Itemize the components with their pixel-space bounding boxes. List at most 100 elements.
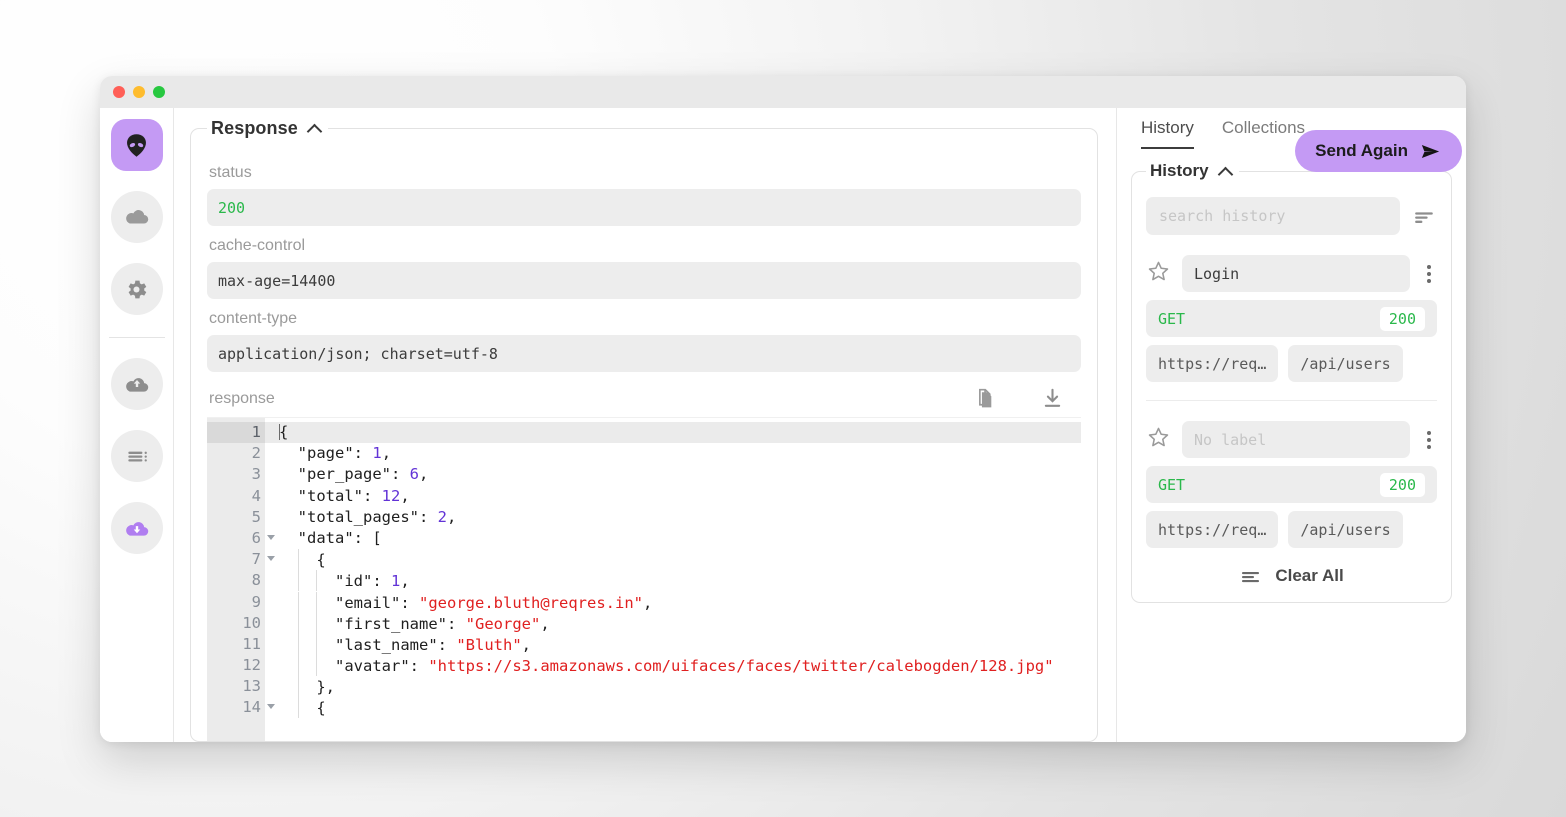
send-again-button[interactable]: Send Again (1295, 130, 1462, 172)
window-body: Response status200cache-controlmax-age=1… (100, 108, 1466, 742)
editor-code-line: "total_pages": 2, (265, 507, 1081, 528)
code-token-key: "page" (298, 444, 354, 462)
code-token-key: "id" (335, 572, 372, 590)
history-item-header: No label (1146, 421, 1437, 458)
code-token-num: 12 (382, 487, 401, 505)
code-token-key: "email" (335, 594, 400, 612)
cloud-icon (124, 204, 150, 230)
code-token-pun: : [ (354, 529, 382, 547)
history-item-label[interactable]: Login (1182, 255, 1410, 292)
clear-all-button[interactable]: Clear All (1146, 564, 1437, 588)
code-token-str: "George" (466, 615, 541, 633)
indent-guide (298, 549, 299, 570)
request-host[interactable]: https://req… (1146, 345, 1278, 382)
chevron-up-icon[interactable] (307, 124, 323, 140)
code-token-pun: : (447, 615, 466, 633)
editor-code-line: "page": 1, (265, 443, 1081, 464)
history-item-header: Login (1146, 255, 1437, 292)
code-token-pun: }, (316, 678, 335, 696)
code-token-key: "first_name" (335, 615, 447, 633)
editor-line-number: 4 (207, 486, 265, 507)
indent-guide (316, 655, 317, 676)
response-field-value: 200 (207, 189, 1081, 226)
code-token-num: 1 (391, 572, 400, 590)
history-item-label[interactable]: No label (1182, 421, 1410, 458)
response-panel: Response status200cache-controlmax-age=1… (190, 118, 1098, 742)
editor-code-line: "first_name": "George", (265, 613, 1081, 634)
history-item[interactable]: No labelGET200https://req…/api/users (1146, 421, 1437, 548)
status-badge: 200 (1380, 307, 1425, 331)
maximize-button[interactable] (153, 86, 165, 98)
code-token-pun: , (382, 444, 391, 462)
indent-guide (298, 613, 299, 634)
code-token-pun: { (279, 423, 288, 441)
cloud-upload-icon (124, 371, 150, 397)
minimize-button[interactable] (133, 86, 145, 98)
editor-line-number: 9 (207, 592, 265, 613)
star-icon[interactable] (1146, 259, 1171, 289)
sidebar (100, 108, 174, 742)
code-token-num: 6 (410, 465, 419, 483)
cloud-download-icon (124, 515, 150, 541)
code-token-str: "george.bluth@reqres.in" (419, 594, 643, 612)
code-token-key: "total_pages" (298, 508, 419, 526)
sidebar-item-settings[interactable] (111, 263, 163, 315)
history-item[interactable]: Login GET 200 https://req… /api/users (1146, 255, 1437, 382)
code-token-str: "Bluth" (456, 636, 521, 654)
close-button[interactable] (113, 86, 125, 98)
code-token-pun: : (400, 594, 419, 612)
code-token-pun: , (419, 465, 428, 483)
response-area: Response status200cache-controlmax-age=1… (174, 108, 1116, 742)
list-icon (124, 443, 150, 469)
star-icon[interactable] (1146, 425, 1171, 455)
indent-guide (298, 655, 299, 676)
send-icon (1419, 140, 1442, 163)
chevron-up-icon[interactable] (1217, 166, 1233, 182)
history-panel: History LoginGET200https://req…/api/user… (1131, 161, 1452, 603)
search-history-input[interactable] (1146, 197, 1400, 235)
editor-line-number: 10 (207, 613, 265, 634)
editor-code-line: "avatar": "https://s3.amazonaws.com/uifa… (265, 655, 1081, 676)
editor-code[interactable]: { "page": 1, "per_page": 6, "total": 12,… (265, 418, 1081, 741)
indent-guide (298, 592, 299, 613)
sidebar-item-upload[interactable] (111, 358, 163, 410)
code-token-pun: : (372, 572, 391, 590)
request-host[interactable]: https://req… (1146, 511, 1278, 548)
indent-guide (298, 697, 299, 718)
sidebar-item-cloud[interactable] (111, 191, 163, 243)
code-token-key: "last_name" (335, 636, 438, 654)
code-token-pun: , (643, 594, 652, 612)
status-badge: 200 (1380, 473, 1425, 497)
response-body-header: response (209, 386, 1081, 411)
editor-line-number: 12 (207, 655, 265, 676)
history-separator (1146, 400, 1437, 401)
gear-icon (124, 277, 149, 302)
download-icon[interactable] (1040, 386, 1065, 411)
code-token-pun: : (419, 508, 438, 526)
sidebar-item-logo[interactable] (111, 119, 163, 171)
sort-icon[interactable] (1412, 204, 1437, 229)
window-titlebar (100, 76, 1466, 108)
code-token-pun: , (540, 615, 549, 633)
editor-line-number: 5 (207, 507, 265, 528)
http-method: GET (1158, 310, 1185, 328)
sidebar-item-download[interactable] (111, 502, 163, 554)
copy-icon[interactable] (971, 386, 996, 411)
response-panel-legend: Response (207, 118, 328, 139)
kebab-menu-icon[interactable] (1421, 265, 1437, 283)
request-path[interactable]: /api/users (1288, 511, 1402, 548)
editor-code-line: { (265, 422, 1081, 443)
tab-history[interactable]: History (1141, 118, 1194, 149)
editor-line-number: 7 (207, 549, 265, 570)
code-token-key: "data" (298, 529, 354, 547)
editor-line-number: 13 (207, 676, 265, 697)
code-token-pun: : (391, 465, 410, 483)
indent-guide (316, 592, 317, 613)
tab-collections[interactable]: Collections (1222, 118, 1305, 149)
sidebar-item-list[interactable] (111, 430, 163, 482)
code-token-key: "total" (298, 487, 363, 505)
request-path[interactable]: /api/users (1288, 345, 1402, 382)
kebab-menu-icon[interactable] (1421, 431, 1437, 449)
history-item-url-row: https://req… /api/users (1146, 511, 1437, 548)
response-code-editor[interactable]: 1234567891011121314 { "page": 1, "per_pa… (207, 417, 1081, 741)
